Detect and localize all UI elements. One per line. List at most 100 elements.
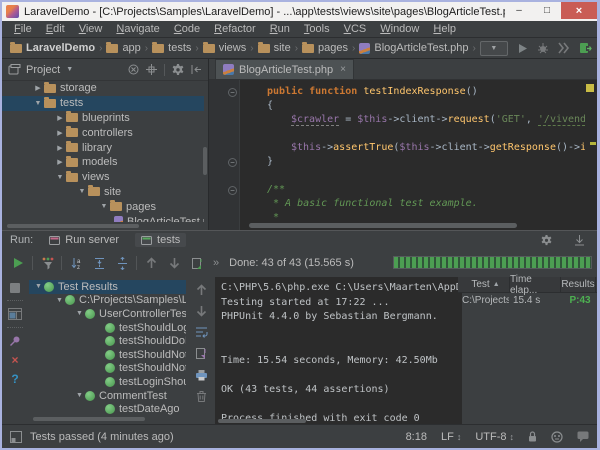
- collapse-arrow-icon[interactable]: ▼: [74, 392, 85, 399]
- tree-item-controllers[interactable]: ▶ controllers: [2, 125, 204, 140]
- collapse-all-icon[interactable]: [128, 64, 139, 75]
- test-node-testshouldlogin[interactable]: testShouldLogin: [29, 321, 186, 335]
- coverage-button[interactable]: [558, 42, 570, 54]
- collapse-arrow-icon[interactable]: ▼: [76, 188, 88, 195]
- breadcrumb-tests[interactable]: tests: [152, 42, 191, 54]
- tree-item-library[interactable]: ▶ library: [2, 140, 204, 155]
- hide-passed-filter-icon[interactable]: [40, 256, 54, 270]
- close-panel-icon[interactable]: ×: [11, 354, 18, 366]
- menu-code[interactable]: Code: [168, 23, 206, 35]
- clear-console-icon[interactable]: [196, 390, 207, 402]
- tree-item-blueprints[interactable]: ▶ blueprints: [2, 111, 204, 126]
- expand-arrow-icon[interactable]: ▶: [32, 84, 44, 92]
- menu-refactor[interactable]: Refactor: [208, 23, 262, 35]
- menu-run[interactable]: Run: [264, 23, 296, 35]
- editor-tab-blogarticletest[interactable]: BlogArticleTest.php ×: [215, 59, 354, 79]
- fold-icon[interactable]: −: [228, 88, 237, 97]
- caret-position[interactable]: 8:18: [406, 431, 427, 443]
- help-icon[interactable]: ?: [11, 373, 18, 385]
- collapse-arrow-icon[interactable]: ▼: [32, 100, 44, 107]
- import-test-results-icon[interactable]: [190, 256, 204, 270]
- test-node-usercontrollertest[interactable]: ▼ UserControllerTest: [29, 307, 186, 321]
- collapse-arrow-icon[interactable]: ▼: [54, 174, 66, 181]
- breadcrumb-site[interactable]: site: [258, 42, 291, 54]
- expand-arrow-icon[interactable]: ▶: [54, 114, 66, 122]
- column-header-test[interactable]: Test▲: [458, 277, 510, 292]
- next-failed-test-icon[interactable]: [167, 256, 181, 270]
- hide-panel-icon[interactable]: [191, 64, 202, 75]
- collapse-arrow-icon[interactable]: ▼: [33, 283, 44, 290]
- column-header-time[interactable]: Time elap...: [510, 277, 561, 292]
- test-node-suite[interactable]: ▼ C:\Projects\Samples\Larav: [29, 294, 186, 308]
- up-stacktrace-icon[interactable]: [196, 284, 207, 296]
- menu-help[interactable]: Help: [427, 23, 462, 35]
- previous-failed-test-icon[interactable]: [144, 256, 158, 270]
- tree-item-site[interactable]: ▼ site: [2, 185, 204, 200]
- pin-tab-icon[interactable]: [9, 335, 21, 347]
- inspection-status-icon[interactable]: [586, 84, 594, 92]
- tree-item-blogarticletest[interactable]: BlogArticleTest.php: [2, 214, 204, 222]
- expand-arrow-icon[interactable]: ▶: [54, 129, 66, 137]
- encoding-selector[interactable]: UTF-8↕: [475, 431, 514, 443]
- collapse-all-icon[interactable]: [115, 256, 129, 270]
- menu-vcs[interactable]: VCS: [338, 23, 373, 35]
- test-node-root[interactable]: ▼ Test Results: [29, 280, 186, 294]
- run-with-coverage-button[interactable]: [579, 42, 592, 54]
- hector-inspector-icon[interactable]: [551, 431, 563, 443]
- run-tab-tests[interactable]: tests: [135, 233, 186, 247]
- console-output[interactable]: C:\PHP\5.6\php.exe C:\Users\Maarten\AppD…: [215, 277, 462, 425]
- menu-view[interactable]: View: [73, 23, 109, 35]
- tree-horizontal-scrollbar[interactable]: [33, 417, 145, 421]
- tree-item-tests[interactable]: ▼ tests: [2, 96, 204, 111]
- chevron-down-icon[interactable]: ▼: [66, 66, 73, 73]
- breadcrumb-app[interactable]: app: [106, 42, 140, 54]
- fold-icon[interactable]: −: [228, 186, 237, 195]
- run-tab-server[interactable]: Run server: [43, 233, 125, 247]
- expand-all-icon[interactable]: [92, 256, 106, 270]
- expand-arrow-icon[interactable]: ▶: [54, 158, 66, 166]
- breadcrumb-project[interactable]: LaravelDemo: [10, 42, 95, 54]
- code-editor[interactable]: − − − public function testIndexResponse(…: [209, 80, 597, 230]
- editor-horizontal-scrollbar[interactable]: [249, 223, 517, 228]
- lock-icon[interactable]: [528, 431, 537, 442]
- test-node-commenttest[interactable]: ▼ CommentTest: [29, 389, 186, 403]
- run-configuration-dropdown[interactable]: ▼: [480, 41, 508, 56]
- test-node-testshouldnotdologin1[interactable]: testShouldNotDoL: [29, 348, 186, 362]
- down-stacktrace-icon[interactable]: [196, 305, 207, 317]
- run-button[interactable]: [517, 43, 528, 54]
- debug-button[interactable]: [537, 42, 549, 54]
- fold-icon[interactable]: −: [228, 158, 237, 167]
- column-header-results[interactable]: Results: [561, 277, 596, 292]
- restore-layout-icon[interactable]: [8, 308, 22, 320]
- tree-item-storage[interactable]: ▶ storage: [2, 81, 204, 96]
- line-separator-selector[interactable]: LF↕: [441, 431, 461, 443]
- breadcrumb-views[interactable]: views: [203, 42, 247, 54]
- project-horizontal-scrollbar[interactable]: [7, 224, 139, 228]
- tree-item-views[interactable]: ▼ views: [2, 170, 204, 185]
- close-button[interactable]: ×: [561, 2, 597, 19]
- test-node-testshoulddologin[interactable]: testShouldDoLogi: [29, 334, 186, 348]
- event-log-bubble-icon[interactable]: [577, 431, 589, 442]
- project-vertical-scrollbar[interactable]: [203, 147, 207, 175]
- rerun-tests-button[interactable]: [11, 256, 25, 270]
- minimize-panel-icon[interactable]: [574, 235, 585, 246]
- minimize-button[interactable]: –: [505, 3, 533, 18]
- toolwindow-switcher-icon[interactable]: [10, 431, 22, 443]
- menu-tools[interactable]: Tools: [298, 23, 336, 35]
- maximize-button[interactable]: □: [533, 3, 561, 18]
- more-actions-icon[interactable]: »: [213, 257, 219, 269]
- print-icon[interactable]: [195, 369, 208, 381]
- breadcrumb-file[interactable]: BlogArticleTest.php: [359, 42, 468, 54]
- collapse-arrow-icon[interactable]: ▼: [74, 310, 85, 317]
- soft-wrap-icon[interactable]: [195, 326, 208, 338]
- sort-alphabetically-icon[interactable]: az: [69, 256, 83, 270]
- expand-arrow-icon[interactable]: ▶: [54, 144, 66, 152]
- scroll-to-end-icon[interactable]: [195, 347, 207, 360]
- console-horizontal-scrollbar[interactable]: [218, 419, 306, 423]
- statistics-row[interactable]: C:\Projects 15.4 s P:43: [458, 293, 597, 308]
- tab-close-icon[interactable]: ×: [340, 64, 346, 75]
- tree-item-pages[interactable]: ▼ pages: [2, 199, 204, 214]
- collapse-arrow-icon[interactable]: ▼: [54, 297, 65, 304]
- test-node-testloginshouldredirect[interactable]: testLoginShouldR: [29, 375, 186, 389]
- menu-window[interactable]: Window: [374, 23, 425, 35]
